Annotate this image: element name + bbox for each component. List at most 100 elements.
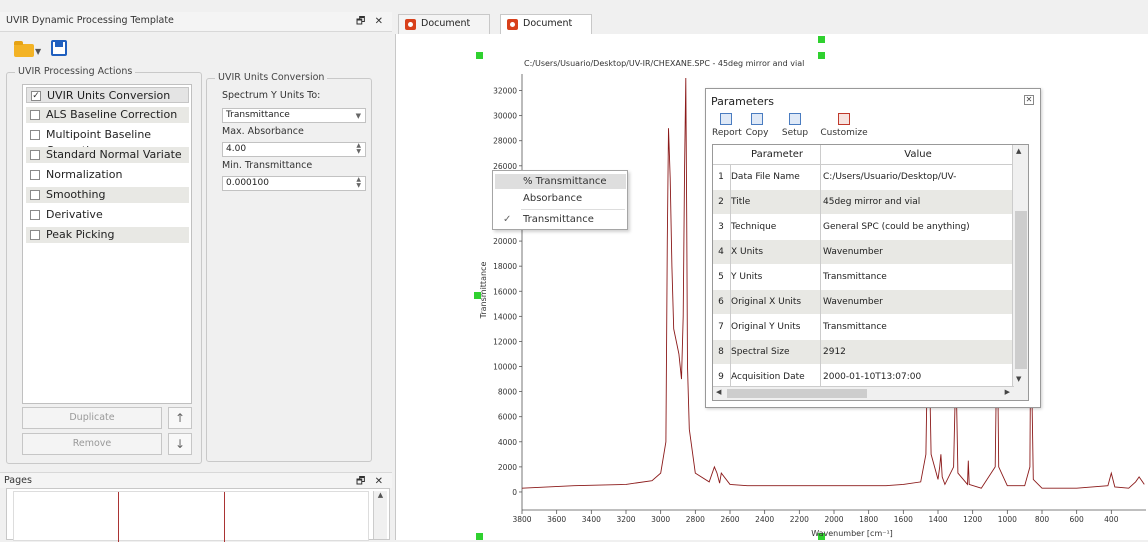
max-absorbance-field[interactable]: 4.00 ▲ ▼: [222, 142, 366, 157]
checkbox[interactable]: [30, 130, 40, 140]
x-tick-label: 3200: [616, 515, 635, 524]
y-tick-label: 18000: [493, 262, 517, 271]
x-tick-label: 3600: [547, 515, 566, 524]
move-up-button[interactable]: ↑: [168, 407, 192, 429]
action-item[interactable]: ✓ UVIR Units Conversion: [26, 87, 189, 103]
x-tick-label: 1400: [928, 515, 947, 524]
scroll-thumb[interactable]: [727, 389, 867, 398]
action-label: Normalization: [46, 168, 123, 181]
action-label: UVIR Units Conversion: [47, 89, 171, 102]
spectrum-units-label: Spectrum Y Units To:: [222, 90, 321, 101]
x-tick-label: 400: [1104, 515, 1119, 524]
close-icon[interactable]: ✕: [1024, 95, 1034, 105]
report-button[interactable]: Report: [712, 113, 742, 138]
min-transmittance-label: Min. Transmittance: [222, 160, 313, 171]
copy-icon: [751, 113, 763, 125]
report-icon: [720, 113, 732, 125]
spinner-arrows-icon[interactable]: ▲ ▼: [356, 143, 361, 155]
customize-button[interactable]: Customize: [820, 113, 868, 138]
x-tick-label: 2000: [824, 515, 843, 524]
parameters-dialog: Parameters ✕ Report Copy Setup Customize…: [705, 88, 1041, 408]
min-transmittance-field[interactable]: 0.000100 ▲ ▼: [222, 176, 366, 191]
y-tick-label: 6000: [498, 413, 517, 422]
page-thumbnail[interactable]: [13, 491, 369, 542]
menu-item-transmittance[interactable]: Transmittance: [523, 214, 594, 225]
spinner-arrows-icon[interactable]: ▲ ▼: [356, 177, 361, 189]
pages-thumbnail-area[interactable]: ▲: [6, 488, 390, 542]
selection-handle[interactable]: [818, 36, 825, 43]
table-row[interactable]: 8 Spectral Size 2912: [713, 340, 1028, 365]
scroll-thumb[interactable]: [1015, 211, 1027, 369]
table-row[interactable]: 5Y Units Transmittance: [713, 265, 1028, 290]
y-axis-label: Transmittance: [479, 262, 488, 320]
x-tick-label: 1200: [963, 515, 982, 524]
tab-document-3[interactable]: Document 3*✕: [500, 14, 592, 47]
table-row[interactable]: 6 Original X Units Wavenumber: [713, 290, 1028, 315]
document-icon: [507, 19, 518, 30]
copy-button[interactable]: Copy: [744, 113, 770, 138]
spectrum-units-value: Transmittance: [226, 110, 290, 120]
open-folder-icon[interactable]: [14, 41, 34, 57]
x-tick-label: 2200: [790, 515, 809, 524]
action-item[interactable]: Derivative: [26, 207, 189, 223]
move-down-button[interactable]: ↓: [168, 433, 192, 455]
menu-item-absorbance[interactable]: Absorbance: [523, 193, 582, 204]
template-panel-title: UVIR Dynamic Processing Template: [6, 15, 174, 26]
x-tick-label: 2600: [720, 515, 739, 524]
checkbox[interactable]: [30, 210, 40, 220]
table-row[interactable]: 1 Data File Name C:/Users/Usuario/Desktop/…: [713, 165, 1028, 207]
action-item[interactable]: Normalization: [26, 167, 189, 183]
action-item[interactable]: Standard Normal Variate: [26, 147, 189, 163]
table-row[interactable]: 2 Title 45deg mirror and vial: [713, 190, 1028, 215]
parameters-table[interactable]: Parameter Value 1 Data File Name C:/Users/…: [712, 144, 1029, 401]
table-row[interactable]: 3 Technique General SPC (could be anything…: [713, 215, 1028, 240]
checkbox[interactable]: [30, 110, 40, 120]
action-item[interactable]: Peak Picking: [26, 227, 189, 243]
y-tick-label: 28000: [493, 137, 517, 146]
checkbox[interactable]: ✓: [31, 91, 41, 101]
checkbox[interactable]: [30, 150, 40, 160]
y-tick-label: 32000: [493, 87, 517, 96]
header-parameter: Parameter: [750, 149, 804, 160]
min-transmittance-value: 0.000100: [226, 178, 269, 188]
y-tick-label: 10000: [493, 363, 517, 372]
chevron-down-icon[interactable]: ▼: [35, 47, 41, 56]
table-row[interactable]: 4X Units Wavenumber: [713, 240, 1028, 265]
menu-item-percent-transmittance[interactable]: % Transmittance: [523, 176, 607, 187]
action-item[interactable]: Smoothing: [26, 187, 189, 203]
tab-document-1[interactable]: Document 1*✕: [398, 14, 490, 47]
template-panel-header: UVIR Dynamic Processing Template 🗗 ✕: [0, 12, 392, 32]
save-icon[interactable]: [50, 40, 67, 56]
x-tick-label: 3800: [512, 515, 531, 524]
y-tick-label: 30000: [493, 112, 517, 121]
table-row[interactable]: 7 Original Y Units Transmittance: [713, 315, 1028, 340]
action-label: ALS Baseline Correction: [46, 108, 178, 121]
column-divider: [820, 145, 821, 388]
pages-scrollbar[interactable]: ▲: [373, 491, 387, 539]
thumbnail-peak: [118, 492, 119, 542]
x-tick-label: 600: [1070, 515, 1085, 524]
action-label: Derivative: [46, 208, 103, 221]
checkbox[interactable]: [30, 230, 40, 240]
action-label: Peak Picking: [46, 228, 115, 241]
chart-title: C:/Users/Usuario/Desktop/UV-IR/CHEXANE.S…: [524, 59, 804, 68]
action-item[interactable]: Multipoint Baseline Correction: [26, 127, 189, 157]
setup-button[interactable]: Setup: [780, 113, 810, 138]
action-item[interactable]: ALS Baseline Correction: [26, 107, 189, 123]
table-vertical-scrollbar[interactable]: ▲ ▼: [1012, 145, 1028, 400]
duplicate-button[interactable]: Duplicate: [22, 407, 162, 429]
checkbox[interactable]: [30, 170, 40, 180]
panel-window-buttons[interactable]: 🗗 ✕: [356, 14, 386, 31]
processing-actions-title: UVIR Processing Actions: [15, 66, 136, 77]
remove-button[interactable]: Remove: [22, 433, 162, 455]
y-tick-label: 12000: [493, 337, 517, 346]
table-horizontal-scrollbar[interactable]: ◀ ▶: [713, 386, 1014, 400]
spectrum-units-select[interactable]: Transmittance ▼: [222, 108, 366, 123]
customize-icon: [838, 113, 850, 125]
checkbox[interactable]: [30, 190, 40, 200]
header-value: Value: [904, 149, 932, 160]
action-label: Smoothing: [46, 188, 106, 201]
table-header: Parameter Value: [713, 145, 1028, 165]
column-divider: [730, 165, 731, 388]
units-context-menu: % Transmittance Absorbance ✓ Transmittan…: [492, 170, 628, 230]
